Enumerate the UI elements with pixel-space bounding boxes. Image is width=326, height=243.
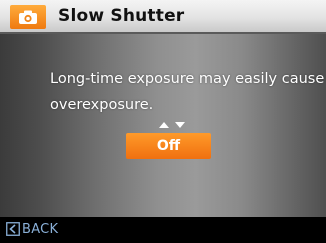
up-down-arrows-icon bbox=[159, 122, 185, 128]
warning-message: Long-time exposure may easily cause over… bbox=[50, 66, 326, 118]
camera-icon bbox=[19, 10, 37, 24]
camera-menu-screen: Slow Shutter Long-time exposure may easi… bbox=[0, 0, 326, 243]
slow-shutter-option-value[interactable]: Off bbox=[126, 133, 211, 159]
option-selector-arrows[interactable] bbox=[157, 121, 189, 129]
page-title: Slow Shutter bbox=[58, 6, 185, 26]
mode-badge bbox=[10, 5, 46, 29]
back-button[interactable]: BACK bbox=[22, 222, 58, 237]
message-line-1: Long-time exposure may easily cause bbox=[50, 71, 325, 87]
message-line-2: overexposure. bbox=[50, 97, 154, 113]
back-arrow-icon[interactable] bbox=[6, 222, 20, 236]
bottom-bar: BACK bbox=[0, 217, 326, 243]
title-bar: Slow Shutter bbox=[0, 0, 326, 34]
